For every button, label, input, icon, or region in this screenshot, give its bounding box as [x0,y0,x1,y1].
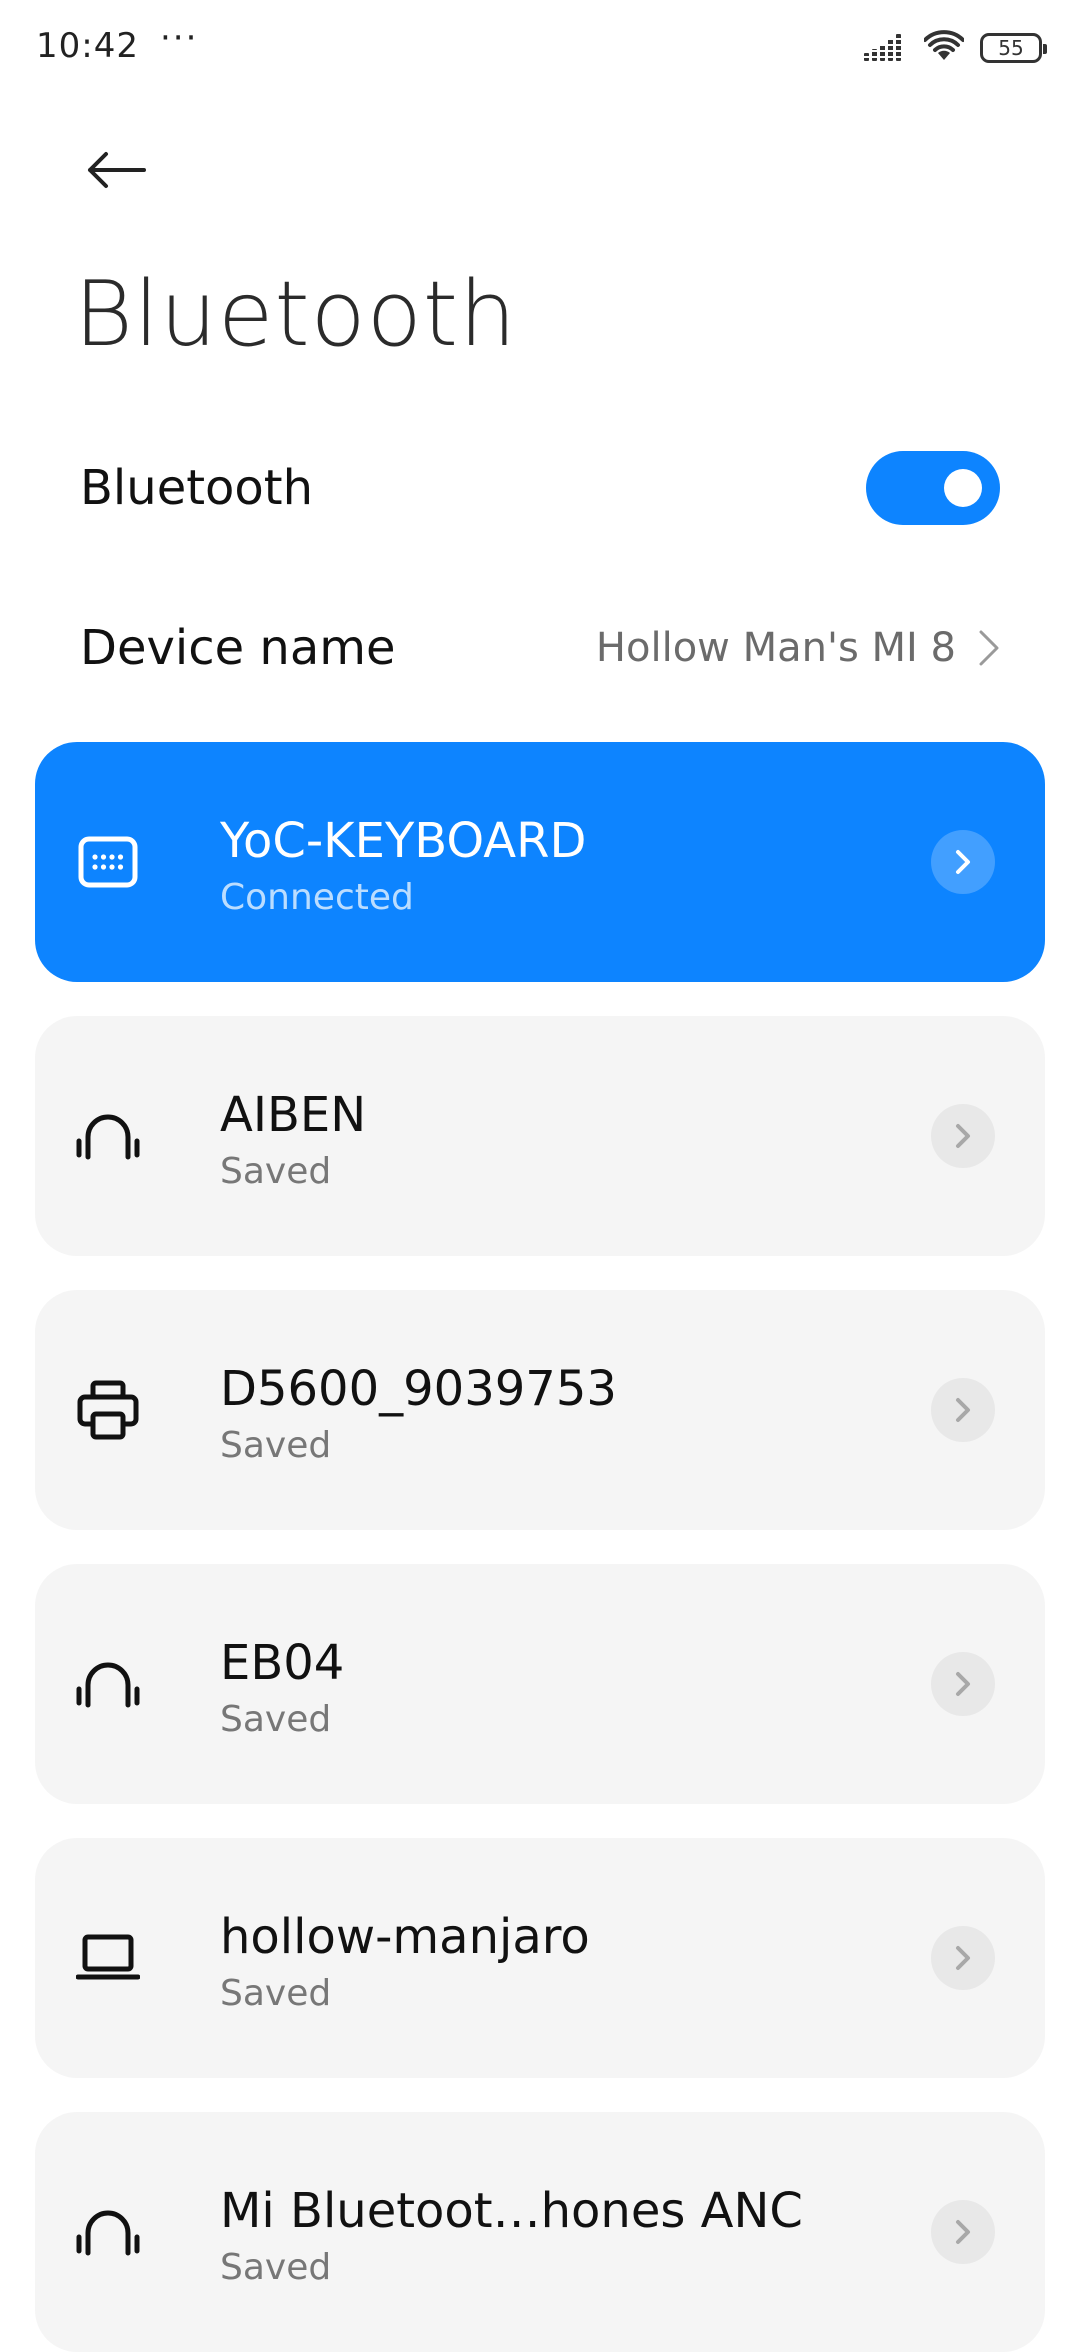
chevron-right-icon [979,630,999,666]
wifi-icon [923,30,965,66]
chevron-right-icon [956,1672,970,1696]
page-title: Bluetooth [74,262,518,367]
device-status: Saved [220,1151,332,1192]
device-card-mi-bluetooth-headphones[interactable]: Mi Bluetoot…hones ANC Saved [35,2112,1045,2352]
status-time: 10:42 [36,26,139,66]
headphones-icon [75,1103,141,1169]
device-status: Saved [220,1699,332,1740]
chevron-right-icon [956,1124,970,1148]
back-button[interactable] [76,138,156,202]
headphones-icon [75,1651,141,1717]
device-name-text: Hollow Man's MI 8 [595,625,956,671]
device-status: Saved [220,1973,332,2014]
chevron-right-icon [956,1946,970,1970]
device-card-yoc-keyboard[interactable]: YoC-KEYBOARD Connected [35,742,1045,982]
device-name-label: Device name [80,620,396,676]
chevron-right-icon [956,850,970,874]
device-name-row[interactable]: Device name Hollow Man's MI 8 [80,608,1000,688]
device-card-hollow-manjaro[interactable]: hollow-manjaro Saved [35,1838,1045,2078]
device-card-eb04[interactable]: EB04 Saved [35,1564,1045,1804]
headphones-icon [75,2199,141,2265]
device-status: Saved [220,2247,332,2288]
device-name: Mi Bluetoot…hones ANC [220,2183,803,2239]
device-name: AIBEN [220,1087,367,1143]
keyboard-icon [75,829,141,895]
device-info: AIBEN Saved [220,1086,366,1196]
battery-icon: 55 [980,33,1047,63]
device-details-button[interactable] [931,2200,995,2264]
device-details-button[interactable] [931,1652,995,1716]
device-details-button[interactable] [931,1926,995,1990]
device-name: YoC-KEYBOARD [220,813,587,869]
chevron-right-icon [956,1398,970,1422]
status-more-dots: ··· [160,18,199,58]
device-details-button[interactable] [931,830,995,894]
device-info: hollow-manjaro Saved [220,1908,590,2018]
device-info: YoC-KEYBOARD Connected [220,812,586,922]
laptop-icon [75,1925,141,1991]
device-name: D5600_9039753 [220,1361,617,1417]
printer-icon [75,1377,141,1443]
device-info: Mi Bluetoot…hones ANC Saved [220,2182,803,2292]
device-status: Connected [220,877,414,918]
bluetooth-toggle-label: Bluetooth [80,460,314,516]
device-name: EB04 [220,1635,345,1691]
status-bar: 10:42 ··· 55 [0,0,1080,96]
device-name-value[interactable]: Hollow Man's MI 8 [596,625,1000,671]
back-arrow-icon [88,152,146,188]
status-icons: 55 [864,30,1047,66]
bluetooth-toggle-switch[interactable] [866,451,1000,525]
device-info: D5600_9039753 Saved [220,1360,617,1470]
device-details-button[interactable] [931,1378,995,1442]
device-name: hollow-manjaro [220,1909,590,1965]
bluetooth-toggle-row[interactable]: Bluetooth [80,448,1000,528]
device-card-d5600[interactable]: D5600_9039753 Saved [35,1290,1045,1530]
toggle-knob [944,469,982,507]
chevron-right-icon [956,2220,970,2244]
device-status: Saved [220,1425,332,1466]
device-card-aiben[interactable]: AIBEN Saved [35,1016,1045,1256]
device-info: EB04 Saved [220,1634,344,1744]
signal-icon [864,31,908,65]
device-details-button[interactable] [931,1104,995,1168]
